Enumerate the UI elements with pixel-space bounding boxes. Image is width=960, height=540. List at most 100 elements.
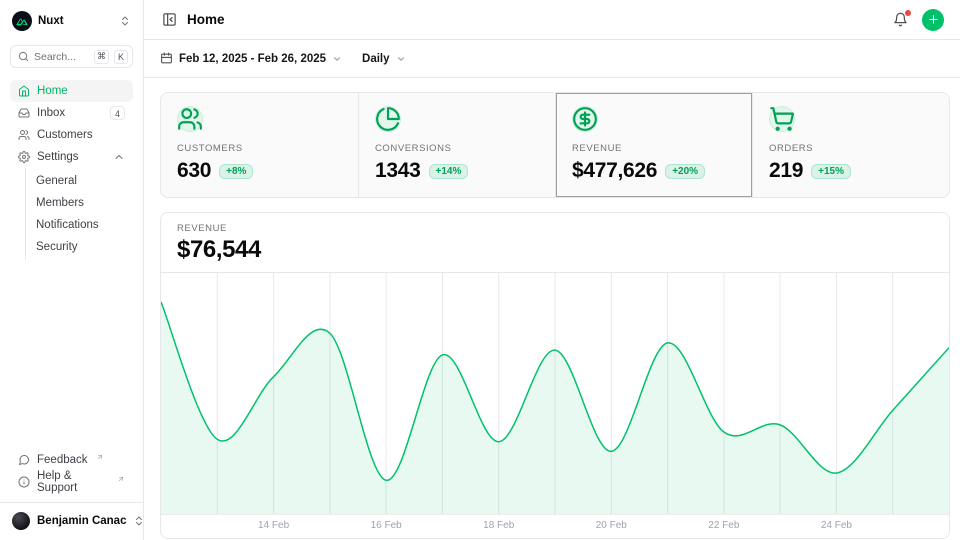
x-axis-tick-label: 18 Feb [483,520,514,531]
sidebar-link-label: Help & Support [37,470,109,494]
sidebar-subitem-general[interactable]: General [26,170,133,192]
filter-toolbar: Feb 12, 2025 - Feb 26, 2025 Daily [144,40,960,78]
sidebar-item-inbox[interactable]: Inbox 4 [10,102,133,124]
sidebar-item-settings[interactable]: Settings [10,146,133,168]
search-input[interactable]: Search... ⌘ K [10,45,133,68]
sidebar-spacer [10,260,133,449]
users-icon [177,106,203,132]
sidebar-footer-links: Feedback Help & Support [10,449,133,493]
stat-delta-badge: +20% [665,164,705,179]
stat-label: ORDERS [769,143,933,155]
stat-value: 219 [769,158,803,184]
sidebar-nav: Home Inbox 4 Customers Settings GeneralMember… [10,80,133,260]
sidebar-item-label: Inbox [37,107,65,119]
period-select[interactable]: Daily [362,53,406,65]
chart-header: REVENUE $76,544 [161,213,949,273]
chart-x-axis: 14 Feb 16 Feb 18 Feb 20 Feb 22 Feb 24 Feb [161,515,949,538]
date-range-label: Feb 12, 2025 - Feb 26, 2025 [179,53,326,65]
gear-icon [18,151,30,163]
inbox-count-badge: 4 [110,106,125,120]
user-menu[interactable]: Benjamin Canac [10,512,133,530]
stat-value: 1343 [375,158,421,184]
avatar [12,512,30,530]
x-axis-tick-label: 14 Feb [258,520,289,531]
stat-card-orders[interactable]: ORDERS 219 +15% [752,93,949,197]
chart-title: REVENUE [177,223,933,235]
revenue-area-chart[interactable] [161,273,949,515]
stat-delta-badge: +15% [811,164,851,179]
topbar-actions [891,9,944,31]
top-header: Home [144,0,960,40]
users-icon [18,129,30,141]
external-link-icon [96,453,104,461]
chart-total-value: $76,544 [177,237,933,263]
stat-label: CONVERSIONS [375,143,539,155]
search-placeholder: Search... [34,51,89,63]
main-area: Home Feb 12, 2025 - Feb 26, 2025 Daily [144,0,960,540]
home-icon [18,85,30,97]
sidebar-link-feedback[interactable]: Feedback [10,449,133,471]
sidebar-subitem-security[interactable]: Security [26,236,133,258]
stat-delta-badge: +8% [219,164,253,179]
sidebar-subitem-notifications[interactable]: Notifications [26,214,133,236]
stats-row: CUSTOMERS 630 +8% CONVERSIONS 1343 +14% REVENU… [160,92,950,198]
stat-value: 630 [177,158,211,184]
notification-dot [905,10,911,16]
stat-value-row: 630 +8% [177,158,342,184]
stat-card-revenue[interactable]: REVENUE $477,626 +20% [555,93,752,197]
chevron-down-icon [396,54,406,64]
notifications-button[interactable] [891,10,910,29]
nuxt-logo-icon [12,11,32,31]
sidebar-subnav: GeneralMembersNotificationsSecurity [25,168,133,260]
period-label: Daily [362,53,390,65]
circle-dollar-icon [572,106,598,132]
inbox-icon [18,107,30,119]
chart-pie-icon [375,106,401,132]
kbd-k: K [114,50,128,64]
x-axis-tick-label: 16 Feb [371,520,402,531]
external-link-icon [117,475,125,483]
add-button[interactable] [922,9,944,31]
stat-label: CUSTOMERS [177,143,342,155]
stat-label: REVENUE [572,143,736,155]
workspace-switcher[interactable]: Nuxt [10,10,133,32]
workspace-name: Nuxt [38,15,64,27]
sidebar: Nuxt Search... ⌘ K Home Inbox 4 Customers Se… [0,0,144,540]
stat-delta-badge: +14% [429,164,469,179]
chevron-up-icon [113,151,125,163]
chart-svg [161,273,949,514]
sidebar-item-label: Settings [37,151,79,163]
plus-icon [927,13,940,26]
sidebar-item-home[interactable]: Home [10,80,133,102]
stat-value-row: $477,626 +20% [572,158,736,184]
revenue-chart-card: REVENUE $76,544 14 Feb 16 Feb 18 Feb 20 Feb… [160,212,950,539]
chevrons-up-down-icon [119,15,131,27]
x-axis-tick-label: 24 Feb [821,520,852,531]
chat-bubble-icon [18,454,30,466]
app-window: Nuxt Search... ⌘ K Home Inbox 4 Customers Se… [0,0,960,540]
page-content: CUSTOMERS 630 +8% CONVERSIONS 1343 +14% REVENU… [144,78,960,540]
calendar-icon [160,52,173,65]
stat-card-conversions[interactable]: CONVERSIONS 1343 +14% [358,93,555,197]
kbd-cmd: ⌘ [94,50,109,64]
chevron-down-icon [332,54,342,64]
x-axis-tick-label: 20 Feb [596,520,627,531]
sidebar-subitem-members[interactable]: Members [26,192,133,214]
search-icon [18,51,29,62]
x-axis-tick-label: 22 Feb [708,520,739,531]
sidebar-item-label: Customers [37,129,93,141]
stat-value-row: 219 +15% [769,158,933,184]
user-name: Benjamin Canac [37,515,126,527]
info-icon [18,476,30,488]
date-range-picker[interactable]: Feb 12, 2025 - Feb 26, 2025 [160,52,342,65]
sidebar-item-customers[interactable]: Customers [10,124,133,146]
stat-card-customers[interactable]: CUSTOMERS 630 +8% [161,93,358,197]
sidebar-item-label: Home [37,85,68,97]
sidebar-link-help-support[interactable]: Help & Support [10,471,133,493]
sidebar-divider [0,502,143,503]
stat-value: $477,626 [572,158,657,184]
page-title: Home [187,12,225,27]
panel-left-close-icon [162,12,177,27]
sidebar-toggle-button[interactable] [160,10,179,29]
sidebar-link-label: Feedback [37,454,88,466]
